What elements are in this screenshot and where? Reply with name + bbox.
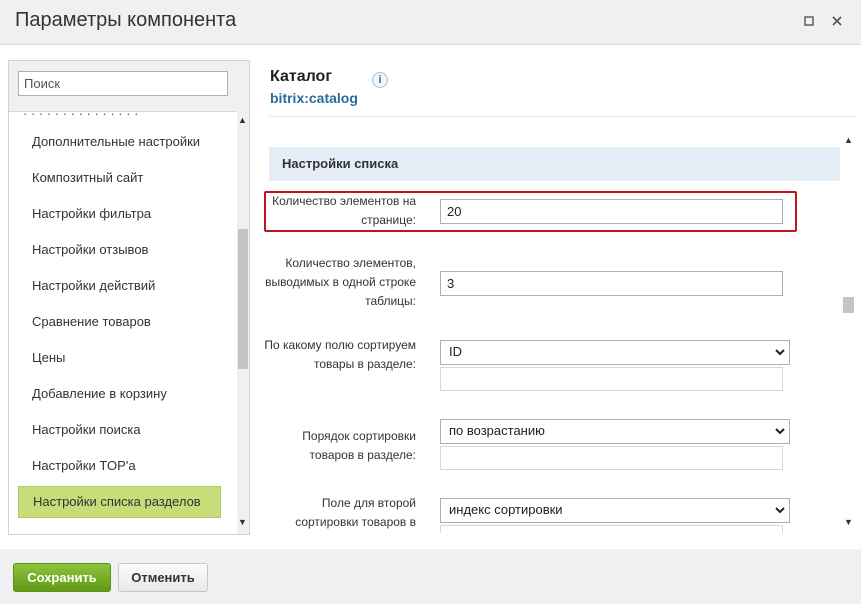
chevron-down-icon [775, 349, 785, 356]
sort-order-custom-input[interactable] [440, 446, 783, 470]
sidebar-scrollbar[interactable]: ▲ ▼ [237, 111, 248, 534]
scroll-down-icon[interactable]: ▼ [237, 517, 248, 528]
dialog-title: Параметры компонента [15, 9, 237, 31]
sidebar-item-section-list[interactable]: Настройки списка разделов [18, 486, 221, 518]
sidebar-item-composite[interactable]: Композитный сайт [18, 162, 221, 194]
sort-field2-label: Поле для второй сортировки товаров в [295, 496, 416, 529]
sort-order-value: по возрастанию [449, 423, 545, 438]
sidebar-item-reviews[interactable]: Настройки отзывов [18, 234, 221, 266]
search-input[interactable] [18, 71, 228, 96]
header-divider [269, 116, 857, 117]
info-icon[interactable]: i [372, 72, 388, 88]
sort-field-custom-input[interactable] [440, 367, 783, 391]
sort-field-value: ID [449, 344, 462, 359]
scroll-down-icon[interactable]: ▼ [843, 517, 854, 528]
sidebar-item-actions[interactable]: Настройки действий [18, 270, 221, 302]
sidebar-item-prices[interactable]: Цены [18, 342, 221, 374]
cancel-button[interactable]: Отменить [118, 563, 208, 592]
maximize-icon[interactable] [800, 13, 818, 31]
section-title: Настройки списка [282, 156, 399, 171]
dialog-titlebar[interactable]: Параметры компонента [0, 0, 861, 44]
sort-field2-select[interactable]: индекс сортировки [440, 498, 790, 523]
sidebar-item-top[interactable]: Настройки TOP'а [18, 450, 221, 482]
component-code: bitrix:catalog [270, 90, 358, 106]
component-title: Каталог [270, 68, 332, 85]
dialog-content: · · · · · · · · · · · · · · · Дополнител… [0, 44, 861, 550]
scroll-up-icon[interactable]: ▲ [237, 115, 248, 126]
main-scroll-thumb[interactable] [843, 297, 854, 313]
main-scrollbar[interactable]: ▲ ▼ [841, 133, 855, 531]
scroll-up-icon[interactable]: ▲ [843, 135, 854, 146]
save-button[interactable]: Сохранить [13, 563, 111, 592]
section-header: Настройки списка [269, 147, 840, 181]
chevron-down-icon [775, 428, 785, 435]
sidebar-item-compare[interactable]: Сравнение товаров [18, 306, 221, 338]
close-icon[interactable] [828, 13, 846, 31]
sort-order-select[interactable]: по возрастанию [440, 419, 790, 444]
line-element-count-input[interactable] [440, 271, 783, 296]
sidebar-item-filter[interactable]: Настройки фильтра [18, 198, 221, 230]
sort-field-label: По какому полю сортируем товары в раздел… [264, 338, 416, 371]
component-params-dialog: Параметры компонента · · · · · · · · · ·… [0, 0, 861, 604]
sidebar-scroll-thumb[interactable] [238, 229, 248, 369]
sidebar-item-basket[interactable]: Добавление в корзину [18, 378, 221, 410]
settings-sidebar: · · · · · · · · · · · · · · · Дополнител… [8, 60, 250, 535]
sidebar-item-search[interactable]: Настройки поиска [18, 414, 221, 446]
sort-field2-value: индекс сортировки [449, 502, 563, 517]
chevron-down-icon [775, 507, 785, 514]
sidebar-item-additional[interactable]: Дополнительные настройки [18, 126, 221, 158]
page-element-count-input[interactable] [440, 199, 783, 224]
sidebar-item-partial: · · · · · · · · · · · · · · · [23, 111, 139, 121]
sidebar-list: · · · · · · · · · · · · · · · Дополнител… [9, 111, 237, 534]
page-element-count-label: Количество элементов на странице: [272, 194, 416, 227]
settings-main: Каталог i bitrix:catalog Настройки списк… [258, 45, 861, 549]
sort-field2-custom-input[interactable] [440, 525, 783, 533]
line-element-count-label: Количество элементов, выводимых в одной … [265, 256, 416, 308]
dialog-footer: Сохранить Отменить [0, 549, 861, 604]
sort-order-label: Порядок сортировки товаров в разделе: [302, 429, 416, 462]
sort-field-select[interactable]: ID [440, 340, 790, 365]
